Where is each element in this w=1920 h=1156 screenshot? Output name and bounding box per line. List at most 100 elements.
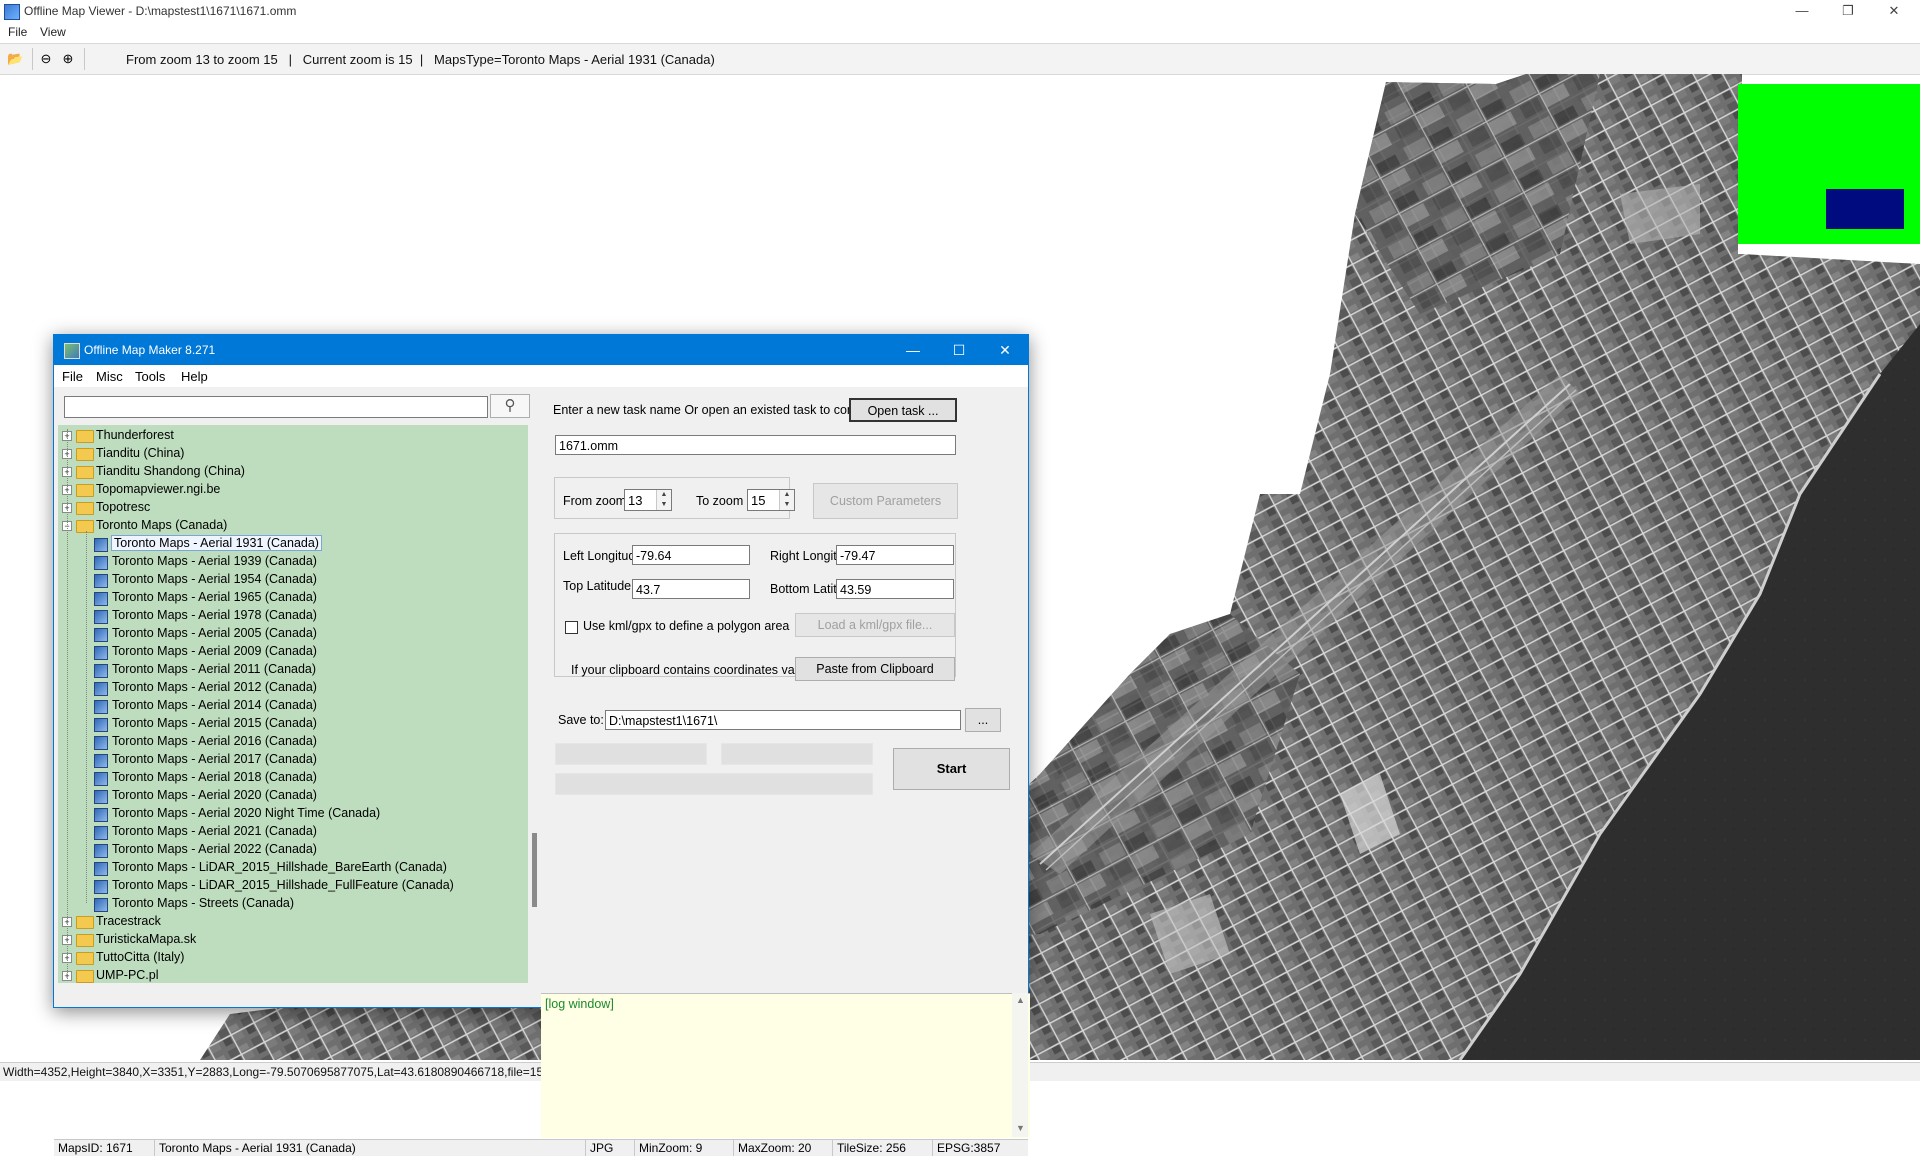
map-search-input[interactable]: [64, 396, 488, 418]
scroll-down-icon[interactable]: ▼: [1016, 1123, 1025, 1133]
tree-map-item[interactable]: Toronto Maps - Aerial 2020 Night Time (C…: [58, 805, 518, 823]
overview-minimap[interactable]: [1738, 84, 1920, 254]
tree-folder-label: Thunderforest: [96, 428, 174, 442]
map-layer-icon: [94, 592, 108, 606]
tree-folder[interactable]: + UMP-PC.pl: [58, 967, 518, 983]
open-folder-icon[interactable]: 📂: [7, 51, 23, 67]
tree-folder[interactable]: + TuttoCitta (Italy): [58, 949, 518, 967]
from-zoom-up-icon[interactable]: ▲: [656, 490, 671, 500]
tree-map-item[interactable]: Toronto Maps - Aerial 2014 (Canada): [58, 697, 518, 715]
menu-view[interactable]: View: [40, 25, 66, 39]
zoom-out-icon[interactable]: ⊖: [38, 51, 54, 67]
tree-scrollbar[interactable]: [528, 425, 542, 983]
zoom-in-icon[interactable]: ⊕: [60, 51, 76, 67]
tree-folder[interactable]: + Tianditu Shandong (China): [58, 463, 518, 481]
map-layer-icon: [94, 880, 108, 894]
kml-checkbox-label: Use kml/gpx to define a polygon area: [583, 619, 790, 633]
right-longitude-field[interactable]: -79.47: [836, 545, 954, 565]
to-zoom-down-icon[interactable]: ▼: [779, 500, 794, 510]
overview-viewport[interactable]: [1826, 189, 1904, 229]
status-min-zoom: MinZoom: 9: [635, 1140, 734, 1156]
search-button[interactable]: ⚲: [490, 394, 530, 418]
menu-file[interactable]: File: [8, 25, 27, 39]
minimize-button[interactable]: —: [1779, 0, 1825, 22]
tree-map-item[interactable]: Toronto Maps - Aerial 2011 (Canada): [58, 661, 518, 679]
zoom-info-text: From zoom 13 to zoom 15 | Current zoom i…: [126, 52, 715, 67]
dialog-maximize-button[interactable]: ☐: [936, 335, 982, 365]
kml-checkbox[interactable]: [565, 621, 578, 634]
tree-map-item[interactable]: Toronto Maps - Aerial 1965 (Canada): [58, 589, 518, 607]
from-zoom-down-icon[interactable]: ▼: [656, 500, 671, 510]
tree-map-item[interactable]: Toronto Maps - Streets (Canada): [58, 895, 518, 913]
tree-map-item[interactable]: Toronto Maps - Aerial 2016 (Canada): [58, 733, 518, 751]
dialog-close-button[interactable]: ✕: [982, 335, 1028, 365]
tree-map-item[interactable]: Toronto Maps - LiDAR_2015_Hillshade_Full…: [58, 877, 518, 895]
tree-folder-label: Tracestrack: [96, 914, 161, 928]
log-window[interactable]: [log window]: [541, 993, 1030, 1138]
tree-folder[interactable]: + Topotresc: [58, 499, 518, 517]
menu-file[interactable]: File: [62, 369, 83, 384]
log-scrollbar[interactable]: ▲ ▼: [1012, 993, 1028, 1137]
tree-map-item[interactable]: Toronto Maps - Aerial 2015 (Canada): [58, 715, 518, 733]
tree-map-item[interactable]: Toronto Maps - Aerial 1978 (Canada): [58, 607, 518, 625]
map-layer-icon: [94, 682, 108, 696]
map-source-tree[interactable]: + Thunderforest + Tianditu (China) + Tianditu…: [58, 425, 528, 983]
menu-tools[interactable]: Tools: [135, 369, 165, 384]
tree-folder[interactable]: + Thunderforest: [58, 427, 518, 445]
start-button[interactable]: Start: [893, 748, 1010, 790]
from-zoom-value: 13: [628, 493, 643, 508]
open-task-button[interactable]: Open task ...: [849, 398, 957, 422]
scroll-up-icon[interactable]: ▲: [1016, 995, 1025, 1005]
map-layer-icon: [94, 844, 108, 858]
tree-map-item[interactable]: Toronto Maps - Aerial 2018 (Canada): [58, 769, 518, 787]
bottom-latitude-field[interactable]: 43.59: [836, 579, 954, 599]
restore-button[interactable]: ❐: [1825, 0, 1871, 22]
dialog-titlebar: Offline Map Maker 8.271 — ☐ ✕: [54, 335, 1028, 365]
tree-folder[interactable]: − Toronto Maps (Canada): [58, 517, 518, 535]
top-latitude-field[interactable]: 43.7: [632, 579, 750, 599]
menu-misc[interactable]: Misc: [96, 369, 123, 384]
tree-map-label: Toronto Maps - Aerial 2016 (Canada): [112, 734, 317, 748]
status-epsg: EPSG:3857: [937, 1141, 1001, 1155]
save-path-field[interactable]: D:\mapstest1\1671\: [605, 710, 961, 730]
menu-help[interactable]: Help: [181, 369, 208, 384]
offline-map-maker-window: Offline Map Maker 8.271 — ☐ ✕ File Misc …: [53, 334, 1030, 1156]
viewer-title: Offline Map Viewer - D:\mapstest1\1671\1…: [24, 4, 297, 18]
tree-map-item[interactable]: Toronto Maps - Aerial 1931 (Canada): [58, 535, 518, 553]
close-button[interactable]: ✕: [1871, 0, 1917, 22]
tree-map-item[interactable]: Toronto Maps - Aerial 2022 (Canada): [58, 841, 518, 859]
viewer-status-text: Width=4352,Height=3840,X=3351,Y=2883,Lon…: [3, 1065, 629, 1079]
tree-folder[interactable]: + Topomapviewer.ngi.be: [58, 481, 518, 499]
browse-button[interactable]: ...: [965, 708, 1001, 732]
to-zoom-stepper[interactable]: 15 ▲ ▼: [747, 489, 795, 511]
to-zoom-up-icon[interactable]: ▲: [779, 490, 794, 500]
tree-folder[interactable]: + Tianditu (China): [58, 445, 518, 463]
custom-parameters-button[interactable]: Custom Parameters: [813, 483, 958, 519]
tree-map-item[interactable]: Toronto Maps - Aerial 2020 (Canada): [58, 787, 518, 805]
tree-map-label: Toronto Maps - Aerial 2009 (Canada): [112, 644, 317, 658]
paste-clipboard-button[interactable]: Paste from Clipboard: [795, 657, 955, 681]
tree-map-item[interactable]: Toronto Maps - Aerial 2009 (Canada): [58, 643, 518, 661]
tree-map-item[interactable]: Toronto Maps - Aerial 1954 (Canada): [58, 571, 518, 589]
tree-map-item[interactable]: Toronto Maps - Aerial 2017 (Canada): [58, 751, 518, 769]
tree-map-item[interactable]: Toronto Maps - Aerial 2005 (Canada): [58, 625, 518, 643]
tree-map-item[interactable]: Toronto Maps - LiDAR_2015_Hillshade_Bare…: [58, 859, 518, 877]
dialog-minimize-button[interactable]: —: [890, 335, 936, 365]
viewer-toolbar: 📂 ⊖ ⊕ From zoom 13 to zoom 15 | Current …: [0, 43, 1920, 75]
tree-map-item[interactable]: Toronto Maps - Aerial 2012 (Canada): [58, 679, 518, 697]
tree-map-item[interactable]: Toronto Maps - Aerial 1939 (Canada): [58, 553, 518, 571]
top-latitude-label: Top Latitude: [563, 579, 632, 593]
task-name-field[interactable]: 1671.omm: [555, 435, 956, 455]
tree-folder[interactable]: + Tracestrack: [58, 913, 518, 931]
load-kml-button[interactable]: Load a kml/gpx file...: [795, 613, 955, 637]
left-longitude-label: Left Longitude: [563, 549, 643, 563]
tree-map-item[interactable]: Toronto Maps - Aerial 2021 (Canada): [58, 823, 518, 841]
tree-folder[interactable]: + TuristickaMapa.sk: [58, 931, 518, 949]
folder-icon: [76, 502, 94, 515]
left-longitude-field[interactable]: -79.64: [632, 545, 750, 565]
tree-folder-label: Topomapviewer.ngi.be: [96, 482, 221, 496]
from-zoom-stepper[interactable]: 13 ▲ ▼: [624, 489, 672, 511]
status-maps-name: Toronto Maps - Aerial 1931 (Canada): [155, 1140, 586, 1156]
tree-map-label: Toronto Maps - Aerial 2018 (Canada): [112, 770, 317, 784]
map-layer-icon: [94, 538, 108, 552]
